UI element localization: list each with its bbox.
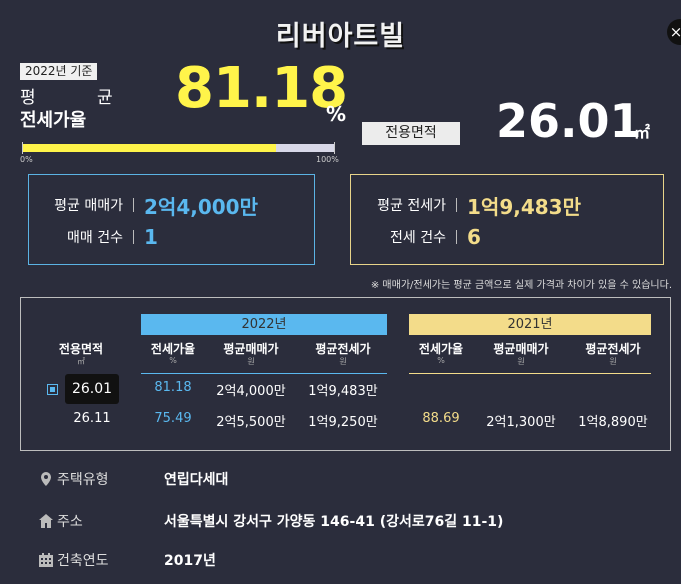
address-label: 주소	[57, 514, 83, 530]
col-2021-rate: 전세가율	[418, 342, 464, 356]
housing-type-row: 주택유형 연립다세대	[38, 467, 228, 491]
jeonse-rate-unit: %	[326, 102, 347, 126]
table-cell: 81.18	[154, 380, 192, 395]
col-2021-sale: 평균매매가	[493, 342, 549, 356]
table-cell: 2억1,300만	[486, 415, 556, 430]
progress-max-label: 100%	[316, 155, 339, 164]
avg-sale-price-value: 2억4,000만	[144, 194, 258, 219]
price-history-table: 전용면적 ㎡ 2022년 2021년 전세가율 % 평균매매가 원 평균전세가 …	[20, 297, 671, 451]
housing-type-label: 주택유형	[57, 472, 109, 488]
divider	[456, 230, 457, 244]
avg-jeonse-price-value: 1억9,483만	[467, 194, 581, 219]
header-divider-2021	[409, 373, 651, 374]
year-badge: 2022년 기준	[20, 63, 98, 80]
sale-count-label: 매매 건수	[67, 230, 123, 246]
area-value: 26.01	[496, 94, 642, 148]
price-disclaimer-note: ※ 매매가/전세가는 평균 금액으로 실제 가격과 차이가 있을 수 있습니다.	[370, 280, 672, 291]
table-cell: 1억9,250만	[308, 415, 378, 430]
table-cell: 1억8,890만	[578, 415, 648, 430]
progress-min-label: 0%	[20, 155, 33, 164]
header-divider-2022	[141, 373, 387, 374]
progress-fill	[22, 144, 277, 152]
col-2022-sale-unit: 원	[247, 357, 255, 366]
page-title: 리버아트빌	[275, 21, 406, 52]
calendar-icon	[39, 553, 53, 567]
col-2021-rate-unit: %	[437, 356, 445, 365]
row-select-checkbox[interactable]	[47, 384, 58, 395]
divider	[456, 198, 457, 212]
sale-summary-box: 평균 매매가 2억4,000만 매매 건수 1	[28, 174, 315, 265]
housing-type-value: 연립다세대	[164, 472, 229, 488]
col-2022-rate-unit: %	[169, 356, 177, 365]
col-2021-jeonse-unit: 원	[609, 357, 617, 366]
jeonse-rate-label: 전세가율	[20, 110, 87, 131]
area-label-badge: 전용면적	[362, 122, 460, 145]
close-icon[interactable]: ×	[670, 23, 681, 41]
address-value: 서울특별시 강서구 가양동 146-41 (강서로76길 11-1)	[164, 514, 504, 530]
jeonse-rate-value: 81.18	[175, 56, 348, 121]
average-label: 평 균	[20, 88, 141, 108]
table-row-area-selected[interactable]: 26.01	[65, 374, 119, 404]
avg-jeonse-price-label: 평균 전세가	[377, 198, 446, 214]
home-icon	[39, 514, 53, 528]
sale-count-value: 1	[144, 225, 158, 249]
check-icon	[50, 387, 55, 392]
area-column-header: 전용면적	[58, 342, 104, 356]
jeonse-count-label: 전세 건수	[390, 230, 446, 246]
divider	[133, 198, 134, 212]
area-unit: ㎡	[634, 123, 651, 142]
table-row-area[interactable]: 26.11	[65, 411, 119, 426]
jeonse-rate-progress-bar	[22, 142, 335, 154]
col-2022-jeonse: 평균전세가	[315, 342, 371, 356]
table-cell: 2억5,500만	[216, 415, 286, 430]
year-2022-header: 2022년	[141, 314, 387, 335]
area-column-unit: ㎡	[77, 357, 85, 366]
col-2021-sale-unit: 원	[517, 357, 525, 366]
col-2022-rate: 전세가율	[150, 342, 196, 356]
table-cell: 88.69	[422, 411, 460, 426]
col-2022-sale: 평균매매가	[223, 342, 279, 356]
table-cell: 75.49	[154, 411, 192, 426]
divider	[133, 230, 134, 244]
avg-sale-price-label: 평균 매매가	[54, 198, 123, 214]
build-year-label: 건축연도	[57, 553, 109, 569]
col-2021-jeonse: 평균전세가	[585, 342, 641, 356]
col-2022-jeonse-unit: 원	[339, 357, 347, 366]
jeonse-summary-box: 평균 전세가 1억9,483만 전세 건수 6	[350, 174, 664, 265]
address-row: 주소 서울특별시 강서구 가양동 146-41 (강서로76길 11-1)	[38, 509, 503, 533]
table-cell: 1억9,483만	[308, 384, 378, 399]
table-cell: 2억4,000만	[216, 384, 286, 399]
year-2021-header: 2021년	[409, 314, 651, 335]
build-year-row: 건축연도 2017년	[38, 548, 216, 572]
build-year-value: 2017년	[164, 553, 216, 569]
jeonse-count-value: 6	[467, 225, 481, 249]
location-pin-icon	[41, 472, 51, 486]
